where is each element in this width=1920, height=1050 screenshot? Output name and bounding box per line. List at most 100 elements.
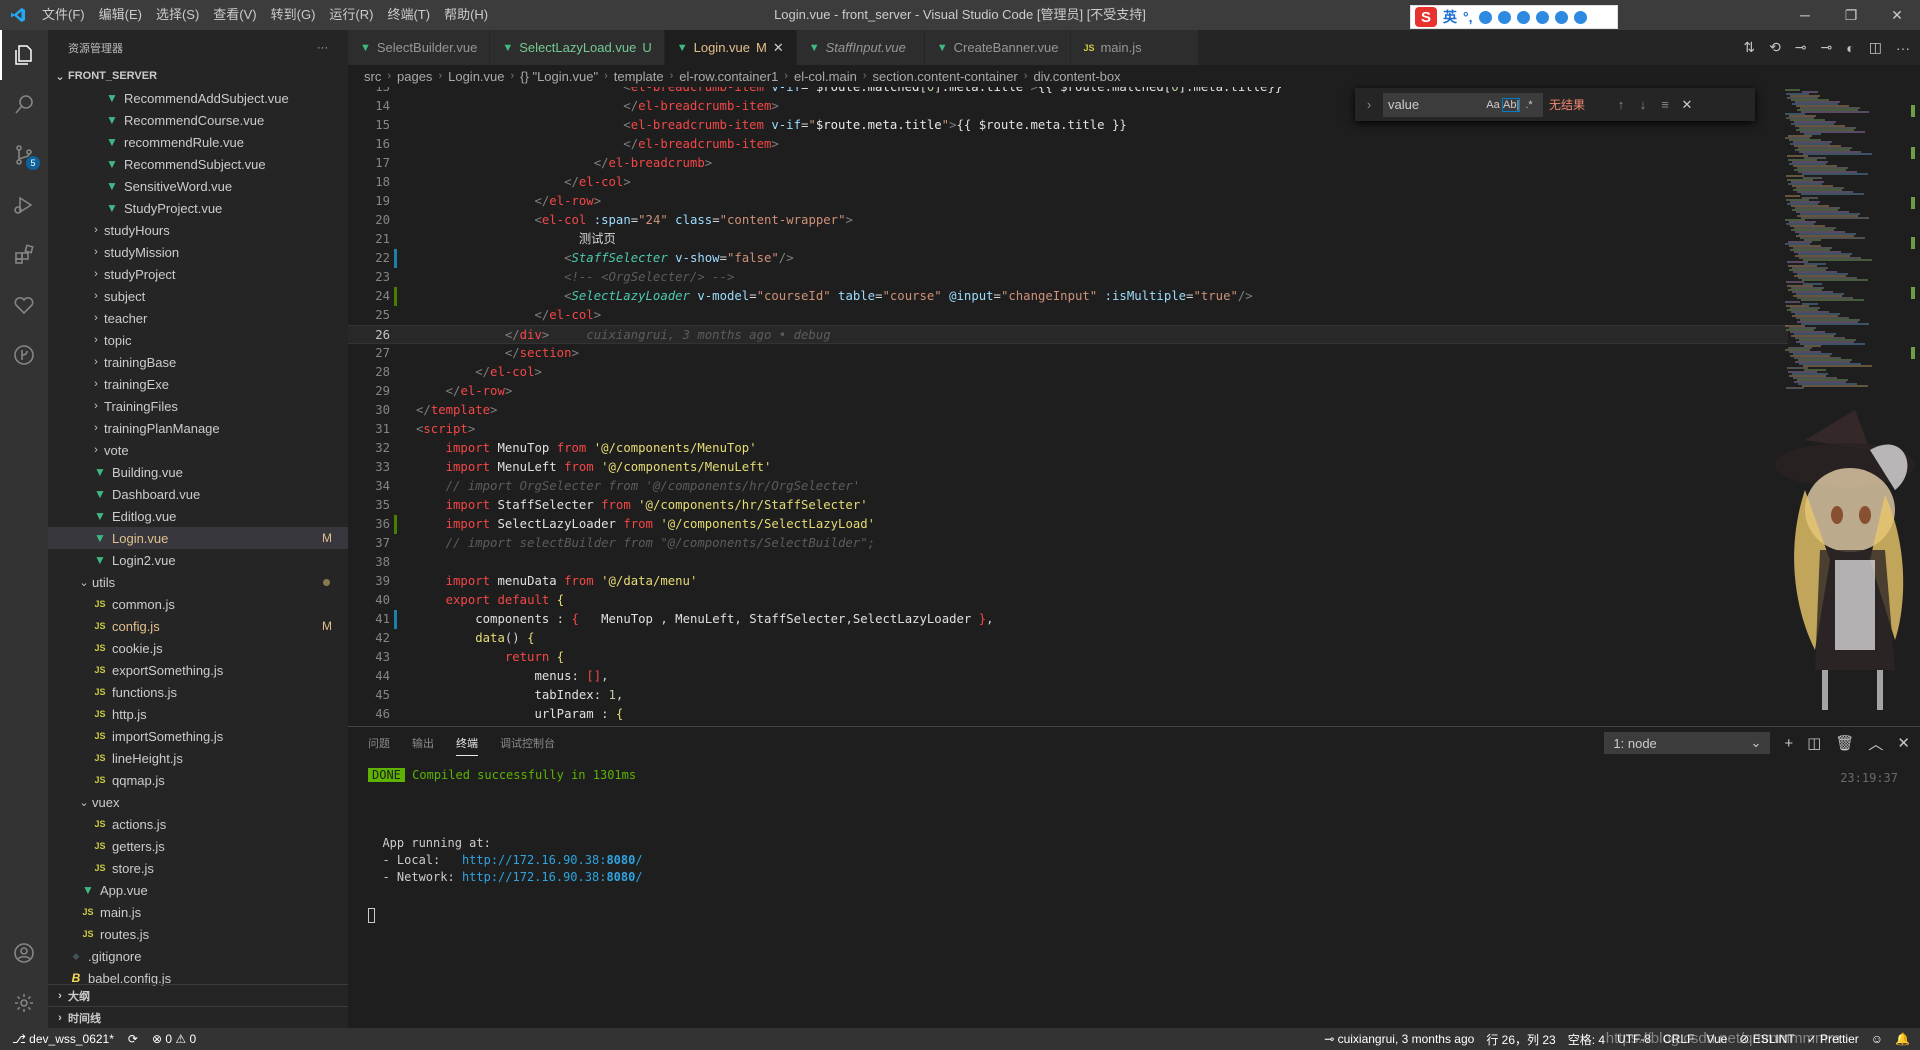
code-line[interactable]: 29 </el-row> — [348, 382, 1788, 401]
ime-language[interactable]: 英 — [1443, 7, 1457, 27]
code-line[interactable]: 40 export default { — [348, 591, 1788, 610]
menu-item[interactable]: 终端(T) — [380, 0, 437, 30]
close-tab-icon[interactable]: ✕ — [773, 40, 784, 56]
tree-item[interactable]: JS exportSomething.js — [48, 659, 348, 681]
tree-item[interactable]: JS qqmap.js — [48, 769, 348, 791]
panel-tab[interactable]: 输出 — [412, 735, 434, 751]
close-find-icon[interactable]: ✕ — [1679, 97, 1695, 113]
more-actions-icon[interactable]: ··· — [1896, 40, 1910, 56]
tree-item[interactable]: JS importSomething.js — [48, 725, 348, 747]
keyboard-icon[interactable] — [1516, 10, 1530, 24]
timeline-section-header[interactable]: › 时间线 — [48, 1006, 348, 1028]
breadcrumb-item[interactable]: pages — [397, 69, 432, 84]
tree-item[interactable]: JS functions.js — [48, 681, 348, 703]
code-line[interactable]: 27 </section> — [348, 344, 1788, 363]
panel-tab[interactable]: 调试控制台 — [500, 735, 555, 751]
code-line[interactable]: 18 </el-col> — [348, 173, 1788, 192]
tree-item[interactable]: › vote — [48, 439, 348, 461]
tree-item[interactable]: ▼ RecommendCourse.vue — [48, 109, 348, 131]
extensions-icon[interactable] — [0, 230, 48, 280]
shirt-icon[interactable] — [1554, 10, 1568, 24]
new-terminal-icon[interactable]: + — [1784, 735, 1793, 752]
code-line[interactable]: 28 </el-col> — [348, 363, 1788, 382]
tree-item[interactable]: ▼ Login2.vue — [48, 549, 348, 571]
code-line[interactable]: 37 // import selectBuilder from "@/compo… — [348, 534, 1788, 553]
git-history-icon[interactable] — [0, 330, 48, 380]
run-debug-icon[interactable] — [0, 180, 48, 230]
branch-indicator[interactable]: ⎇ dev_wss_0621* — [12, 1032, 114, 1046]
code-line[interactable]: 44 menus: [], — [348, 667, 1788, 686]
minimize-icon[interactable]: ─ — [1782, 0, 1828, 30]
editor-tab[interactable]: JS main.js — [1071, 30, 1200, 65]
prettier-status[interactable]: ✓ Prettier — [1807, 1032, 1859, 1046]
next-match-icon[interactable]: ↓ — [1635, 97, 1651, 112]
match-whole-word-icon[interactable]: Ab| — [1502, 97, 1520, 112]
network-url[interactable]: http://172.16.90.38:8080/ — [462, 870, 643, 884]
breadcrumb-item[interactable]: el-row.container1 — [679, 69, 778, 84]
ime-toolbar[interactable]: S 英 °, — [1410, 5, 1618, 29]
code-line[interactable]: 31 <script> — [348, 420, 1788, 439]
tree-item[interactable]: › topic — [48, 329, 348, 351]
split-terminal-icon[interactable]: ◫ — [1807, 734, 1821, 752]
tree-item[interactable]: JS main.js — [48, 901, 348, 923]
split-editor-icon[interactable]: ◫ — [1869, 39, 1882, 56]
tree-item[interactable]: JS actions.js — [48, 813, 348, 835]
code-line[interactable]: 26 </div> cuixiangrui, 3 months ago • de… — [348, 325, 1788, 344]
tree-item[interactable]: JS common.js — [48, 593, 348, 615]
code-line[interactable]: 34 // import OrgSelecter from '@/compone… — [348, 477, 1788, 496]
tree-item[interactable]: ▼ SensitiveWord.vue — [48, 175, 348, 197]
menu-item[interactable]: 运行(R) — [322, 0, 380, 30]
breadcrumb-item[interactable]: {} "Login.vue" — [520, 69, 598, 84]
kill-terminal-icon[interactable]: 🗑 — [1835, 734, 1854, 752]
eslint-status[interactable]: ⊘ ESLINT — [1739, 1032, 1794, 1046]
menu-item[interactable]: 转到(G) — [264, 0, 323, 30]
close-panel-icon[interactable]: ✕ — [1897, 734, 1910, 752]
tree-item[interactable]: JS http.js — [48, 703, 348, 725]
toggle-replace-icon[interactable]: › — [1361, 97, 1377, 112]
language-mode[interactable]: Vue — [1706, 1032, 1727, 1046]
breadcrumb-item[interactable]: div.content-box — [1033, 69, 1120, 84]
tree-item[interactable]: › studyMission — [48, 241, 348, 263]
menu-item[interactable]: 帮助(H) — [437, 0, 495, 30]
code-line[interactable]: 22 <StaffSelecter v-show="false"/> — [348, 249, 1788, 268]
code-editor[interactable]: 13 <el-breadcrumb-item v-if="$route.matc… — [348, 87, 1920, 725]
cursor-position[interactable]: 行 26，列 23 — [1486, 1031, 1555, 1048]
find-input[interactable]: value Aa Ab| .* — [1383, 92, 1543, 117]
tree-item[interactable]: JS cookie.js — [48, 637, 348, 659]
tree-item[interactable]: › trainingBase — [48, 351, 348, 373]
menu-item[interactable]: 选择(S) — [149, 0, 206, 30]
code-line[interactable]: 25 </el-col> — [348, 306, 1788, 325]
code-line[interactable]: 17 </el-breadcrumb> — [348, 154, 1788, 173]
microphone-icon[interactable] — [1497, 10, 1511, 24]
tree-item[interactable]: JS config.js M — [48, 615, 348, 637]
breadcrumb-item[interactable]: el-col.main — [794, 69, 857, 84]
end-of-line[interactable]: CRLF — [1663, 1032, 1694, 1046]
blame-indicator[interactable]: ⊸ cuixiangrui, 3 months ago — [1324, 1032, 1474, 1046]
editor-tab[interactable]: ▼ Login.vue M ✕ — [664, 30, 797, 65]
git-previous-icon[interactable]: ⟲ — [1769, 39, 1781, 56]
editor-tab[interactable]: ▼ StaffInput.vue — [796, 30, 925, 65]
tree-item[interactable]: › studyHours — [48, 219, 348, 241]
tree-item[interactable]: JS lineHeight.js — [48, 747, 348, 769]
breadcrumb-item[interactable]: section.content-container — [873, 69, 1018, 84]
code-line[interactable]: 41 components : { MenuTop , MenuLeft, St… — [348, 610, 1788, 629]
feedback-icon[interactable]: ☺ — [1871, 1032, 1883, 1046]
tree-item[interactable]: ▼ Building.vue — [48, 461, 348, 483]
tree-item[interactable]: › TrainingFiles — [48, 395, 348, 417]
compare-icon[interactable]: ⇅ — [1743, 39, 1755, 56]
breadcrumb-item[interactable]: Login.vue — [448, 69, 504, 84]
find-in-selection-icon[interactable]: ≡ — [1657, 97, 1673, 112]
explorer-icon[interactable] — [0, 30, 48, 80]
menu-item[interactable]: 文件(F) — [35, 0, 92, 30]
tree-item[interactable]: ▼ StudyProject.vue — [48, 197, 348, 219]
wrench-icon[interactable] — [1573, 10, 1587, 24]
code-line[interactable]: 42 data() { — [348, 629, 1788, 648]
source-control-icon[interactable]: 5 — [0, 130, 48, 180]
use-regex-icon[interactable]: .* — [1520, 99, 1538, 111]
breadcrumb-item[interactable]: template — [614, 69, 664, 84]
code-line[interactable]: 45 tabIndex: 1, — [348, 686, 1788, 705]
more-actions-icon[interactable]: ··· — [317, 42, 328, 54]
tree-item[interactable]: › trainingExe — [48, 373, 348, 395]
code-line[interactable]: 39 import menuData from '@/data/menu' — [348, 572, 1788, 591]
heart-icon[interactable] — [0, 280, 48, 330]
